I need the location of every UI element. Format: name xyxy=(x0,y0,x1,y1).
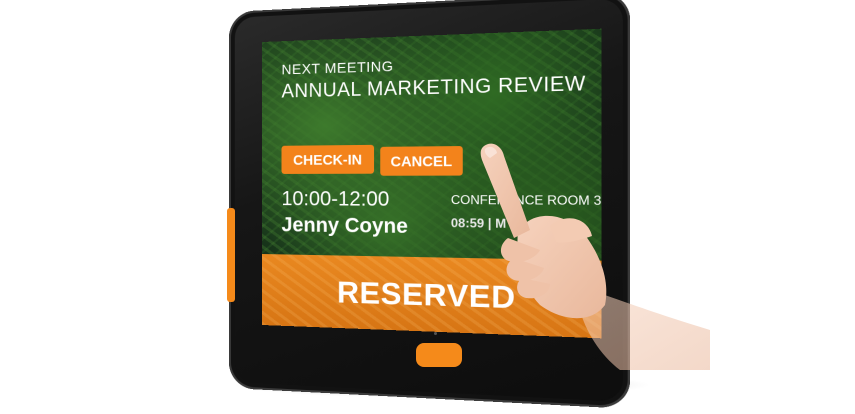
side-led-strip xyxy=(227,208,235,302)
next-meeting-label: NEXT MEETING xyxy=(281,57,394,78)
meeting-title: ANNUAL MARKETING REVIEW xyxy=(281,72,586,103)
checkin-button[interactable]: CHECK-IN xyxy=(281,144,375,174)
cancel-button[interactable]: CANCEL xyxy=(380,146,463,176)
home-button[interactable] xyxy=(416,343,462,367)
organizer-name: Jenny Coyne xyxy=(281,214,408,239)
meeting-time-range: 10:00-12:00 xyxy=(281,188,390,211)
hand-pointer-icon xyxy=(480,143,710,370)
camera-icon xyxy=(434,332,437,335)
